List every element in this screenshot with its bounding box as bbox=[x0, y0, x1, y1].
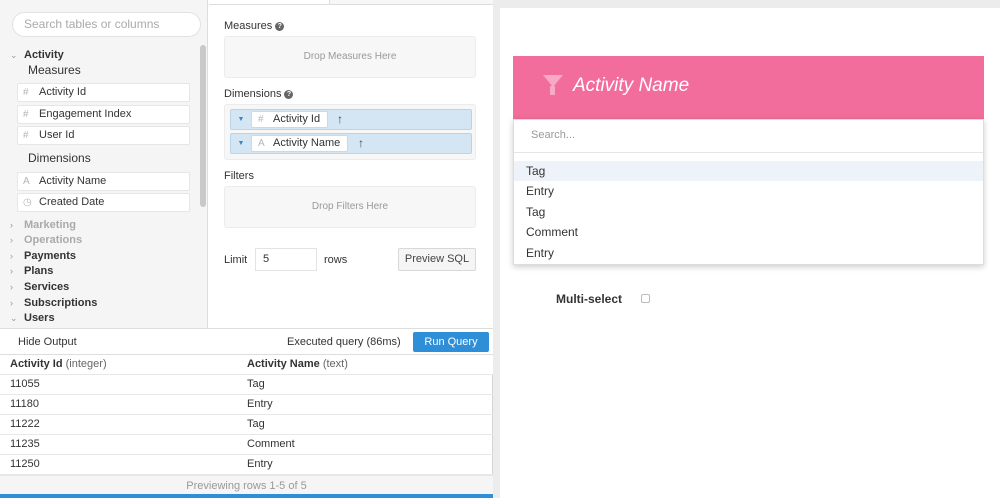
dimensions-section-label: Dimensions? bbox=[224, 88, 294, 100]
cell-activity-id: 11250 bbox=[10, 458, 40, 470]
hash-icon: # bbox=[23, 130, 29, 141]
tab-divider bbox=[209, 0, 329, 5]
chevron-right-icon: › bbox=[10, 251, 13, 261]
cell-activity-id: 11222 bbox=[10, 418, 40, 430]
cell-activity-name: Comment bbox=[247, 438, 295, 450]
chevron-right-icon: › bbox=[10, 298, 13, 308]
cell-activity-name: Entry bbox=[247, 398, 273, 410]
results-table: Activity Id (integer) Activity Name (tex… bbox=[0, 355, 493, 475]
dimension-chip[interactable]: # Activity Id bbox=[251, 111, 329, 128]
column-header-activity-name[interactable]: Activity Name (text) bbox=[247, 355, 348, 374]
filter-option[interactable]: Tag bbox=[514, 161, 983, 181]
hash-icon: # bbox=[23, 87, 29, 98]
dimension-activity-name[interactable]: ▼ A Activity Name ↑ bbox=[230, 133, 472, 154]
multiselect-label: Multi-select bbox=[556, 292, 623, 306]
limit-label: Limit bbox=[224, 254, 248, 266]
sort-ascending-icon[interactable]: ↑ bbox=[358, 135, 364, 152]
chevron-right-icon: › bbox=[10, 235, 13, 245]
table-users[interactable]: ⌄ Users bbox=[10, 310, 55, 326]
text-type-icon: A bbox=[23, 176, 30, 187]
measures-heading: Measures bbox=[28, 63, 81, 77]
caret-down-icon[interactable]: ▼ bbox=[234, 134, 248, 153]
table-payments[interactable]: › Payments bbox=[10, 248, 76, 264]
cell-activity-id: 11235 bbox=[10, 438, 40, 450]
schema-sidebar: Search tables or columns ⌄ Activity Measu… bbox=[0, 0, 208, 328]
chevron-right-icon: › bbox=[10, 220, 13, 230]
table-row: 11180 Entry bbox=[0, 395, 493, 415]
table-marketing[interactable]: › Marketing bbox=[10, 217, 76, 233]
help-icon[interactable]: ? bbox=[284, 90, 294, 99]
chevron-right-icon: › bbox=[10, 282, 13, 292]
column-header-activity-id[interactable]: Activity Id (integer) bbox=[10, 355, 107, 374]
query-builder-pane: Search tables or columns ⌄ Activity Measu… bbox=[0, 0, 493, 498]
clock-icon: ◷ bbox=[23, 197, 32, 208]
results-footer: Previewing rows 1-5 of 5 bbox=[0, 475, 493, 495]
table-row: 11250 Entry bbox=[0, 455, 493, 475]
table-header-row: Activity Id (integer) Activity Name (tex… bbox=[0, 355, 493, 375]
bottom-accent-bar bbox=[0, 494, 493, 498]
table-operations[interactable]: › Operations bbox=[10, 232, 82, 248]
table-plans[interactable]: › Plans bbox=[10, 263, 53, 279]
cell-activity-id: 11055 bbox=[10, 378, 40, 390]
sidebar-scrollbar[interactable] bbox=[200, 45, 206, 207]
field-engagement-index[interactable]: # Engagement Index bbox=[17, 105, 190, 124]
measures-dropzone[interactable]: Drop Measures Here bbox=[224, 36, 476, 78]
table-row: 11055 Tag bbox=[0, 375, 493, 395]
execution-status: Executed query (86ms) bbox=[287, 336, 401, 348]
table-activity[interactable]: ⌄ Activity bbox=[10, 47, 64, 63]
cell-activity-name: Entry bbox=[247, 458, 273, 470]
filters-section-label: Filters bbox=[224, 170, 254, 182]
filter-header[interactable]: Activity Name bbox=[513, 56, 984, 119]
filter-option[interactable]: Entry bbox=[514, 181, 983, 201]
limit-input[interactable]: 5 bbox=[255, 248, 317, 271]
filters-dropzone[interactable]: Drop Filters Here bbox=[224, 186, 476, 228]
table-services[interactable]: › Services bbox=[10, 279, 69, 295]
field-activity-name[interactable]: A Activity Name bbox=[17, 172, 190, 191]
measures-section-label: Measures? bbox=[224, 20, 285, 32]
cell-activity-name: Tag bbox=[247, 378, 265, 390]
run-query-button[interactable]: Run Query bbox=[413, 332, 489, 352]
query-builder: Measures? Drop Measures Here Dimensions?… bbox=[209, 0, 493, 328]
table-subscriptions[interactable]: › Subscriptions bbox=[10, 295, 97, 311]
dimensions-heading: Dimensions bbox=[28, 151, 91, 165]
filter-option[interactable]: Entry bbox=[514, 243, 983, 263]
chevron-down-icon: ⌄ bbox=[10, 313, 18, 323]
tab-inactive[interactable] bbox=[329, 0, 493, 5]
multiselect-checkbox[interactable] bbox=[641, 294, 650, 303]
output-toolbar: Hide Output Executed query (86ms) Run Qu… bbox=[0, 328, 493, 355]
hide-output-link[interactable]: Hide Output bbox=[18, 336, 77, 348]
hash-icon: # bbox=[258, 114, 264, 125]
dimension-activity-id[interactable]: ▼ # Activity Id ↑ bbox=[230, 109, 472, 130]
funnel-icon-stem bbox=[550, 86, 555, 95]
hash-icon: # bbox=[23, 109, 29, 120]
filter-dropdown: Search... Tag Entry Tag Comment Entry bbox=[513, 119, 984, 265]
chevron-right-icon: › bbox=[10, 266, 13, 276]
cell-activity-id: 11180 bbox=[10, 398, 39, 410]
dimensions-dropzone[interactable]: ▼ # Activity Id ↑ ▼ A Activity Name ↑ bbox=[224, 104, 476, 160]
table-row: 11235 Comment bbox=[0, 435, 493, 455]
table-row: 11222 Tag bbox=[0, 415, 493, 435]
filter-preview-pane: Activity Name Search... Tag Entry Tag Co… bbox=[500, 8, 1000, 498]
chevron-down-icon: ⌄ bbox=[10, 50, 18, 60]
field-created-date[interactable]: ◷ Created Date bbox=[17, 193, 190, 212]
filter-search-input[interactable]: Search... bbox=[514, 120, 983, 153]
cell-activity-name: Tag bbox=[247, 418, 265, 430]
filter-option[interactable]: Comment bbox=[514, 222, 983, 242]
help-icon[interactable]: ? bbox=[275, 22, 285, 31]
dimension-chip[interactable]: A Activity Name bbox=[251, 135, 349, 152]
filter-option[interactable]: Tag bbox=[514, 202, 983, 222]
filter-title: Activity Name bbox=[573, 75, 690, 96]
sort-ascending-icon[interactable]: ↑ bbox=[337, 111, 343, 128]
text-type-icon: A bbox=[258, 138, 265, 149]
field-user-id[interactable]: # User Id bbox=[17, 126, 190, 145]
field-activity-id[interactable]: # Activity Id bbox=[17, 83, 190, 102]
rows-label: rows bbox=[324, 254, 348, 266]
preview-sql-button[interactable]: Preview SQL bbox=[398, 248, 476, 271]
schema-search-input[interactable]: Search tables or columns bbox=[12, 12, 201, 37]
caret-down-icon[interactable]: ▼ bbox=[234, 110, 248, 129]
